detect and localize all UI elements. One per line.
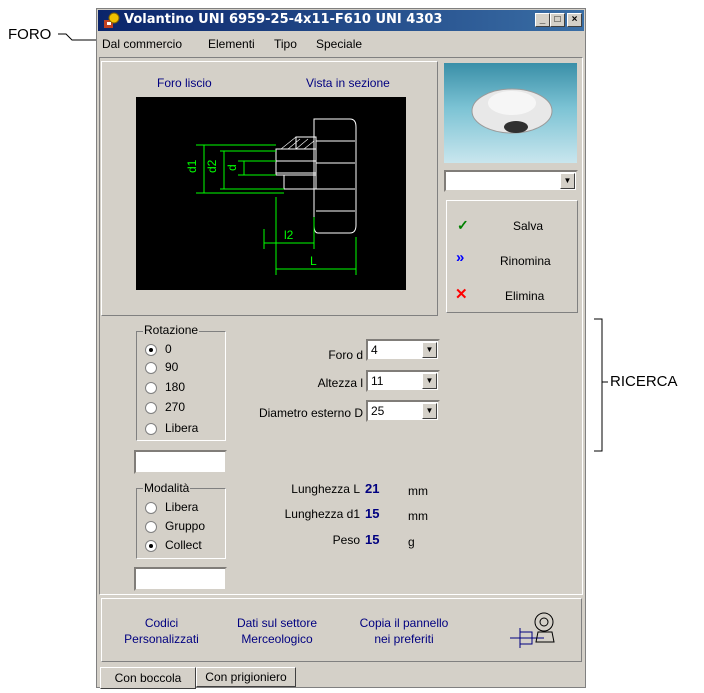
radio-rot-270-label: 270: [165, 400, 186, 414]
altezza-l-combo[interactable]: 11 ▼: [366, 370, 440, 392]
radio-rot-libera-label: Libera: [165, 421, 199, 435]
dim-d1: d1: [185, 159, 199, 173]
dim-l2: l2: [284, 228, 294, 242]
x-icon: ✕: [455, 286, 468, 303]
altezza-l-label: Altezza l: [317, 376, 363, 390]
foro-d-combo[interactable]: 4 ▼: [366, 339, 440, 361]
radio-rot-180[interactable]: [145, 382, 157, 394]
modalita-textbox[interactable]: [134, 567, 227, 591]
dim-L: L: [310, 254, 317, 268]
radio-mod-collect-label: Collect: [165, 538, 202, 552]
knob-preview-image: [444, 63, 577, 163]
annotation-ricerca-bracket: [594, 318, 608, 452]
dim-d2: d2: [205, 159, 219, 173]
rinomina-button[interactable]: Rinomina: [500, 254, 551, 268]
codici-line-1: Codici: [144, 616, 179, 630]
peso-value: 15: [365, 532, 380, 547]
lunghezza-d1-value: 15: [365, 506, 380, 521]
lunghezza-l-unit: mm: [408, 484, 428, 498]
minimize-icon: _: [539, 14, 546, 25]
foro-d-label: Foro d: [328, 348, 363, 362]
tab-con-prigioniero-label: Con prigioniero: [205, 670, 287, 684]
foro-d-value: 4: [371, 343, 378, 357]
radio-rot-90[interactable]: [145, 362, 157, 374]
window-title: Volantino UNI 6959-25-4x11-F610 UNI 4303: [124, 12, 443, 27]
minimize-button[interactable]: _: [535, 13, 550, 27]
close-button[interactable]: ×: [567, 13, 582, 27]
vista-sezione-link[interactable]: Vista in sezione: [306, 76, 390, 90]
chevron-down-icon[interactable]: ▼: [560, 173, 575, 189]
radio-rot-0-label: 0: [165, 342, 172, 356]
lunghezza-d1-unit: mm: [408, 509, 428, 523]
rotazione-legend: Rotazione: [143, 323, 200, 337]
copia-line-2: nei preferiti: [374, 632, 434, 646]
copia-line-1: Copia il pannello: [359, 616, 449, 630]
salva-button[interactable]: Salva: [513, 219, 543, 233]
radio-rot-270[interactable]: [145, 402, 157, 414]
radio-rot-libera[interactable]: [145, 423, 157, 435]
annotation-foro: FORO: [8, 26, 52, 43]
close-icon: ×: [571, 14, 578, 25]
double-chevron-icon: »: [456, 249, 465, 266]
radio-mod-libera-label: Libera: [165, 500, 199, 514]
gear-assembly-icon[interactable]: [508, 606, 558, 652]
radio-mod-gruppo-label: Gruppo: [165, 519, 206, 533]
peso-label: Peso: [332, 533, 360, 547]
foro-liscio-link[interactable]: Foro liscio: [157, 76, 212, 90]
diametro-esterno-label: Diametro esterno D: [258, 406, 363, 420]
diametro-esterno-value: 25: [371, 404, 385, 418]
menu-dal-commercio[interactable]: Dal commercio: [102, 37, 182, 51]
diametro-esterno-combo[interactable]: 25 ▼: [366, 400, 440, 422]
drawing-svg: d1 d2 d l2 L: [185, 118, 357, 275]
chevron-down-icon[interactable]: ▼: [422, 342, 437, 358]
radio-rot-90-label: 90: [165, 360, 179, 374]
codici-personalizzati-link[interactable]: Codici Personalizzati: [114, 615, 209, 647]
dati-line-2: Merceologico: [241, 632, 313, 646]
technical-drawing: d1 d2 d l2 L: [136, 97, 406, 290]
preview-combo[interactable]: ▼: [444, 170, 578, 192]
knob-shape-icon: [471, 88, 553, 134]
dati-line-1: Dati sul settore: [236, 616, 318, 630]
menu-elementi[interactable]: Elementi: [208, 37, 255, 51]
tab-con-prigioniero[interactable]: Con prigioniero: [196, 667, 296, 687]
modalita-legend: Modalità: [143, 481, 191, 495]
chevron-down-icon[interactable]: ▼: [422, 403, 437, 419]
maximize-button[interactable]: □: [550, 13, 565, 27]
check-icon: ✓: [457, 217, 469, 233]
annotation-ricerca: RICERCA: [610, 373, 678, 390]
tab-con-boccola[interactable]: Con boccola: [100, 667, 196, 689]
menu-speciale[interactable]: Speciale: [316, 37, 362, 51]
app-icon: [104, 12, 120, 28]
dim-d: d: [225, 164, 239, 171]
radio-mod-gruppo[interactable]: [145, 521, 157, 533]
radio-rot-0[interactable]: [145, 344, 157, 356]
radio-mod-libera[interactable]: [145, 502, 157, 514]
altezza-l-value: 11: [371, 374, 384, 388]
radio-mod-collect[interactable]: [145, 540, 157, 552]
lunghezza-l-value: 21: [365, 481, 380, 496]
elimina-button[interactable]: Elimina: [505, 289, 544, 303]
rotazione-textbox[interactable]: [134, 450, 227, 474]
menu-tipo[interactable]: Tipo: [274, 37, 297, 51]
maximize-icon: □: [554, 14, 561, 25]
lunghezza-l-label: Lunghezza L: [291, 482, 360, 496]
copia-pannello-link[interactable]: Copia il pannello nei preferiti: [344, 615, 464, 647]
codici-line-2: Personalizzati: [124, 632, 199, 646]
dati-settore-link[interactable]: Dati sul settore Merceologico: [222, 615, 332, 647]
radio-rot-180-label: 180: [165, 380, 186, 394]
peso-unit: g: [408, 535, 415, 549]
tab-con-boccola-label: Con boccola: [114, 671, 182, 685]
chevron-down-icon[interactable]: ▼: [422, 373, 437, 389]
lunghezza-d1-label: Lunghezza d1: [284, 507, 360, 521]
